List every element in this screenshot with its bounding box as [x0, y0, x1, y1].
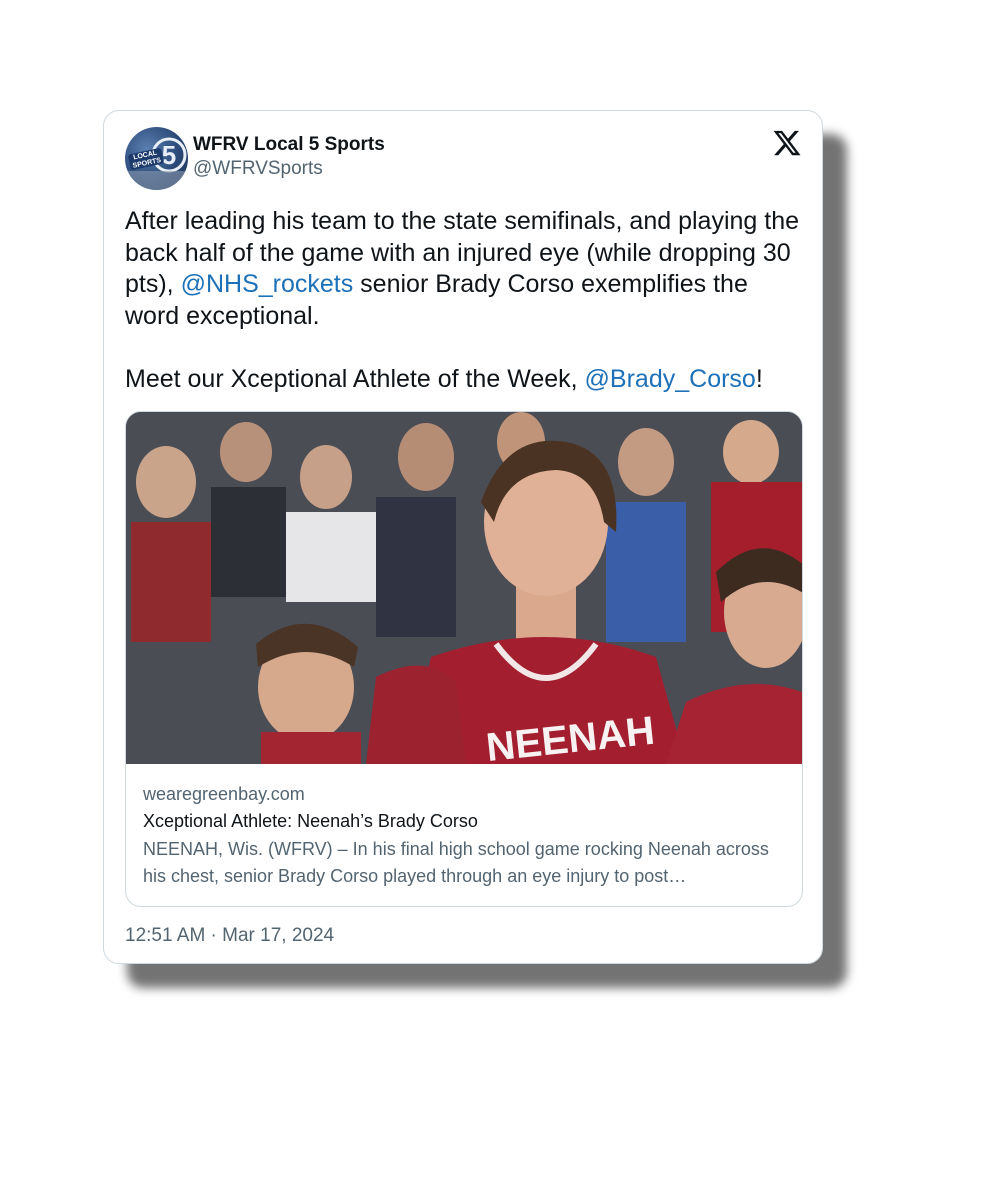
link-title[interactable]: Xceptional Athlete: Neenah’s Brady Corso: [143, 806, 785, 836]
author-display-name[interactable]: WFRV Local 5 Sports: [193, 133, 385, 156]
link-preview-image[interactable]: NEENAH: [126, 412, 802, 764]
link-preview-meta: wearegreenbay.com Xceptional Athlete: Ne…: [143, 782, 785, 890]
tweet-text-part: Meet our Xceptional Athlete of the Week,: [125, 364, 585, 393]
link-description: NEENAH, Wis. (WFRV) – In his final high …: [143, 839, 769, 886]
avatar-logo-icon: 5 LOCAL SPORTS: [125, 137, 188, 190]
author-names: WFRV Local 5 Sports @WFRVSports: [193, 133, 385, 182]
link-domain: wearegreenbay.com: [143, 784, 305, 804]
tweet-header: 5 LOCAL SPORTS WFRV Local 5 Sports @WFRV…: [125, 127, 802, 191]
x-logo-icon[interactable]: [772, 128, 802, 158]
link-preview-card[interactable]: NEENAH wearegreenbay.com Xceptional Athl…: [125, 411, 803, 907]
tweet-text: After leading his team to the state semi…: [125, 206, 805, 395]
tweet-timestamp[interactable]: 12:51 AM · Mar 17, 2024: [125, 925, 334, 947]
basketball-player-photo: NEENAH: [126, 412, 802, 764]
tweet-text-part: !: [755, 364, 763, 393]
mention-link[interactable]: @Brady_Corso: [585, 365, 756, 393]
svg-text:5: 5: [162, 140, 176, 170]
tweet-card[interactable]: 5 LOCAL SPORTS WFRV Local 5 Sports @WFRV…: [103, 110, 823, 964]
mention-link[interactable]: @NHS_rockets: [181, 270, 354, 298]
avatar[interactable]: 5 LOCAL SPORTS: [125, 127, 188, 190]
author-handle[interactable]: @WFRVSports: [193, 156, 385, 182]
